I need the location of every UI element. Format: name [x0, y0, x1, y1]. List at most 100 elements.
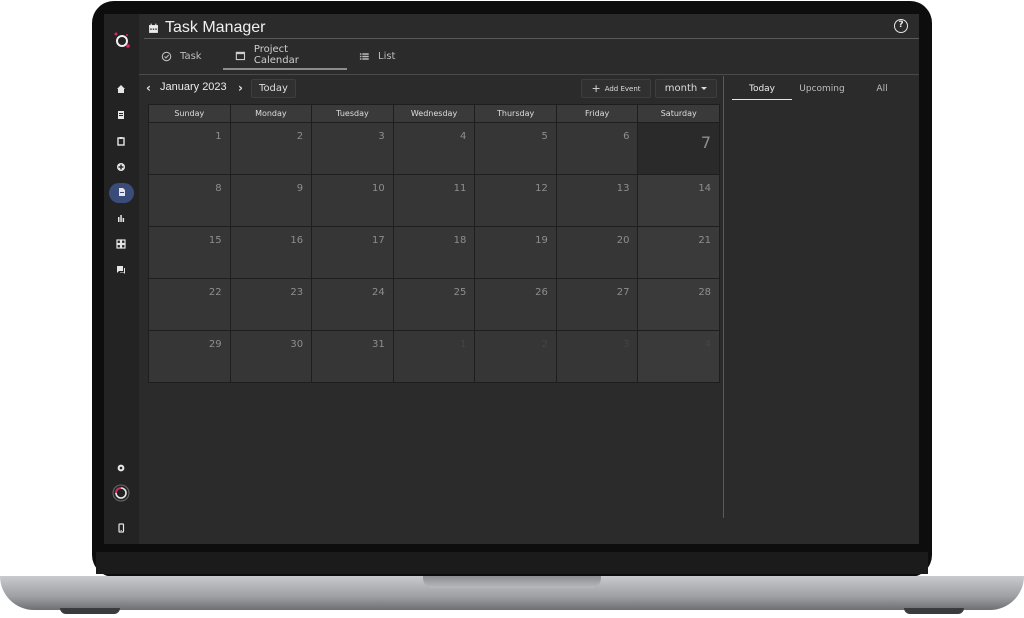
calendar-day-cell[interactable]: 1 — [393, 331, 476, 382]
calendar-day-number: 22 — [208, 287, 222, 298]
calendar-day-cell[interactable]: 6 — [556, 123, 639, 174]
view-select-value: month — [664, 83, 698, 94]
calendar-day-cell[interactable]: 7 — [638, 123, 720, 174]
calendar-day-number: 7 — [700, 133, 712, 152]
add-event-button[interactable]: + Add Event — [581, 79, 651, 98]
calendar-week-row: 8 9 10 11 12 13 14 — [149, 174, 720, 226]
calendar-day-cell[interactable]: 10 — [312, 175, 394, 226]
view-select[interactable]: month — [655, 79, 717, 98]
events-panel-tabs: Today Upcoming All — [732, 80, 912, 100]
calendar-day-cell[interactable]: 3 — [312, 123, 394, 174]
weekday-thursday: Thursday — [475, 105, 557, 122]
calendar-day-cell[interactable]: 1 — [149, 123, 231, 174]
calendar-icon — [235, 51, 246, 60]
calendar-day-cell[interactable]: 15 — [149, 227, 231, 278]
calendar-day-cell[interactable]: 8 — [149, 175, 231, 226]
calendar-grid: Sunday Monday Tuesday Wednesday Thursday… — [148, 104, 720, 383]
panel-tab-all[interactable]: All — [852, 80, 912, 100]
grid-icon[interactable] — [114, 238, 128, 252]
calendar-day-cell[interactable]: 21 — [638, 227, 720, 278]
calendar-day-number: 3 — [378, 131, 385, 142]
calendar-day-number: 20 — [616, 235, 630, 246]
home-icon[interactable] — [114, 83, 128, 97]
calendar-day-cell[interactable]: 18 — [393, 227, 476, 278]
nav-tabs: Task Project Calendar List — [149, 42, 407, 70]
tab-project-calendar-label: Project Calendar — [253, 44, 299, 66]
calendar-day-number: 30 — [290, 339, 304, 350]
next-month-button[interactable]: › — [238, 81, 243, 95]
panel-tab-upcoming[interactable]: Upcoming — [792, 80, 852, 100]
calendar-day-cell[interactable]: 3 — [556, 331, 639, 382]
app-logo-icon[interactable] — [112, 30, 132, 50]
settings-icon[interactable] — [114, 462, 128, 476]
tab-task-label: Task — [180, 50, 202, 62]
panel-tab-today[interactable]: Today — [732, 80, 792, 100]
calendar-day-number: 5 — [541, 131, 548, 142]
calendar-day-cell[interactable]: 5 — [475, 123, 557, 174]
calendar-day-cell[interactable]: 27 — [556, 279, 639, 330]
panel-divider — [723, 76, 724, 518]
calendar-day-number: 14 — [698, 183, 712, 194]
calendar-week-row: 1 2 3 4 5 6 7 — [149, 122, 720, 174]
calendar-day-cell[interactable]: 11 — [393, 175, 476, 226]
calendar-day-cell[interactable]: 13 — [556, 175, 639, 226]
app-header: Task Manager — [148, 17, 266, 39]
calendar-day-cell[interactable]: 16 — [230, 227, 313, 278]
calendar-day-number: 6 — [623, 131, 630, 142]
tab-list-label: List — [378, 50, 396, 62]
calendar-week-row: 29 30 31 1 2 3 4 — [149, 330, 720, 382]
calendar-day-cell[interactable]: 2 — [475, 331, 557, 382]
weekday-wednesday: Wednesday — [394, 105, 476, 122]
calendar-day-number: 25 — [453, 287, 467, 298]
calendar-toolbar: ‹ January 2023 › Today + Add Event month — [146, 79, 717, 99]
calendar-day-cell[interactable]: 30 — [230, 331, 313, 382]
calendar-day-cell[interactable]: 23 — [230, 279, 313, 330]
list-icon — [359, 52, 369, 60]
calendar-day-number: 2 — [296, 131, 304, 142]
calendar-day-cell[interactable]: 26 — [475, 279, 557, 330]
weekday-friday: Friday — [557, 105, 639, 122]
help-icon[interactable]: ? — [894, 19, 908, 33]
calendar-day-number: 4 — [704, 339, 712, 350]
calendar-day-cell[interactable]: 28 — [638, 279, 720, 330]
today-button[interactable]: Today — [251, 79, 296, 98]
clipboard-icon[interactable] — [114, 135, 128, 149]
weekday-monday: Monday — [231, 105, 313, 122]
calendar-day-cell[interactable]: 4 — [393, 123, 476, 174]
tab-list[interactable]: List — [347, 42, 407, 70]
calendar-day-cell[interactable]: 19 — [475, 227, 557, 278]
today-button-label: Today — [259, 83, 288, 94]
calendar-day-cell[interactable]: 14 — [638, 175, 720, 226]
calendar-day-cell[interactable]: 2 — [230, 123, 313, 174]
calendar-day-number: 26 — [535, 287, 548, 298]
calendar-day-cell[interactable]: 29 — [149, 331, 231, 382]
chat-icon[interactable] — [114, 264, 128, 278]
calendar-day-cell[interactable]: 31 — [312, 331, 394, 382]
calendar-day-cell[interactable]: 12 — [475, 175, 557, 226]
mobile-icon[interactable] — [114, 522, 128, 536]
calendar-day-cell[interactable]: 20 — [556, 227, 639, 278]
prev-month-button[interactable]: ‹ — [146, 81, 151, 95]
calendar-day-number: 24 — [372, 287, 385, 298]
bar-chart-icon[interactable] — [114, 212, 128, 226]
calendar-day-cell[interactable]: 9 — [230, 175, 313, 226]
avatar-ring-icon[interactable] — [112, 484, 130, 502]
calendar-day-cell[interactable]: 22 — [149, 279, 231, 330]
file-icon[interactable] — [109, 183, 134, 203]
calendar-day-number: 1 — [459, 339, 467, 350]
calendar-weeks: 1 2 3 4 5 6 7 8 9 10 11 12 13 14 15 16 17 18 19 20 21 22 23 24 2… — [149, 122, 720, 382]
calendar-small-icon — [149, 23, 158, 33]
calendar-day-cell[interactable]: 17 — [312, 227, 394, 278]
tab-project-calendar[interactable]: Project Calendar — [223, 42, 347, 70]
document-icon[interactable] — [114, 109, 128, 123]
calendar-day-cell[interactable]: 24 — [312, 279, 394, 330]
calendar-day-number: 2 — [541, 339, 548, 350]
laptop-foot-right — [904, 608, 964, 614]
plus-icon: + — [591, 81, 601, 95]
tab-task[interactable]: Task — [149, 42, 223, 70]
calendar-day-cell[interactable]: 25 — [393, 279, 476, 330]
plus-circle-icon[interactable] — [114, 161, 128, 175]
add-event-label: Add Event — [604, 84, 641, 93]
header-divider — [144, 38, 919, 39]
calendar-day-cell[interactable]: 4 — [638, 331, 720, 382]
